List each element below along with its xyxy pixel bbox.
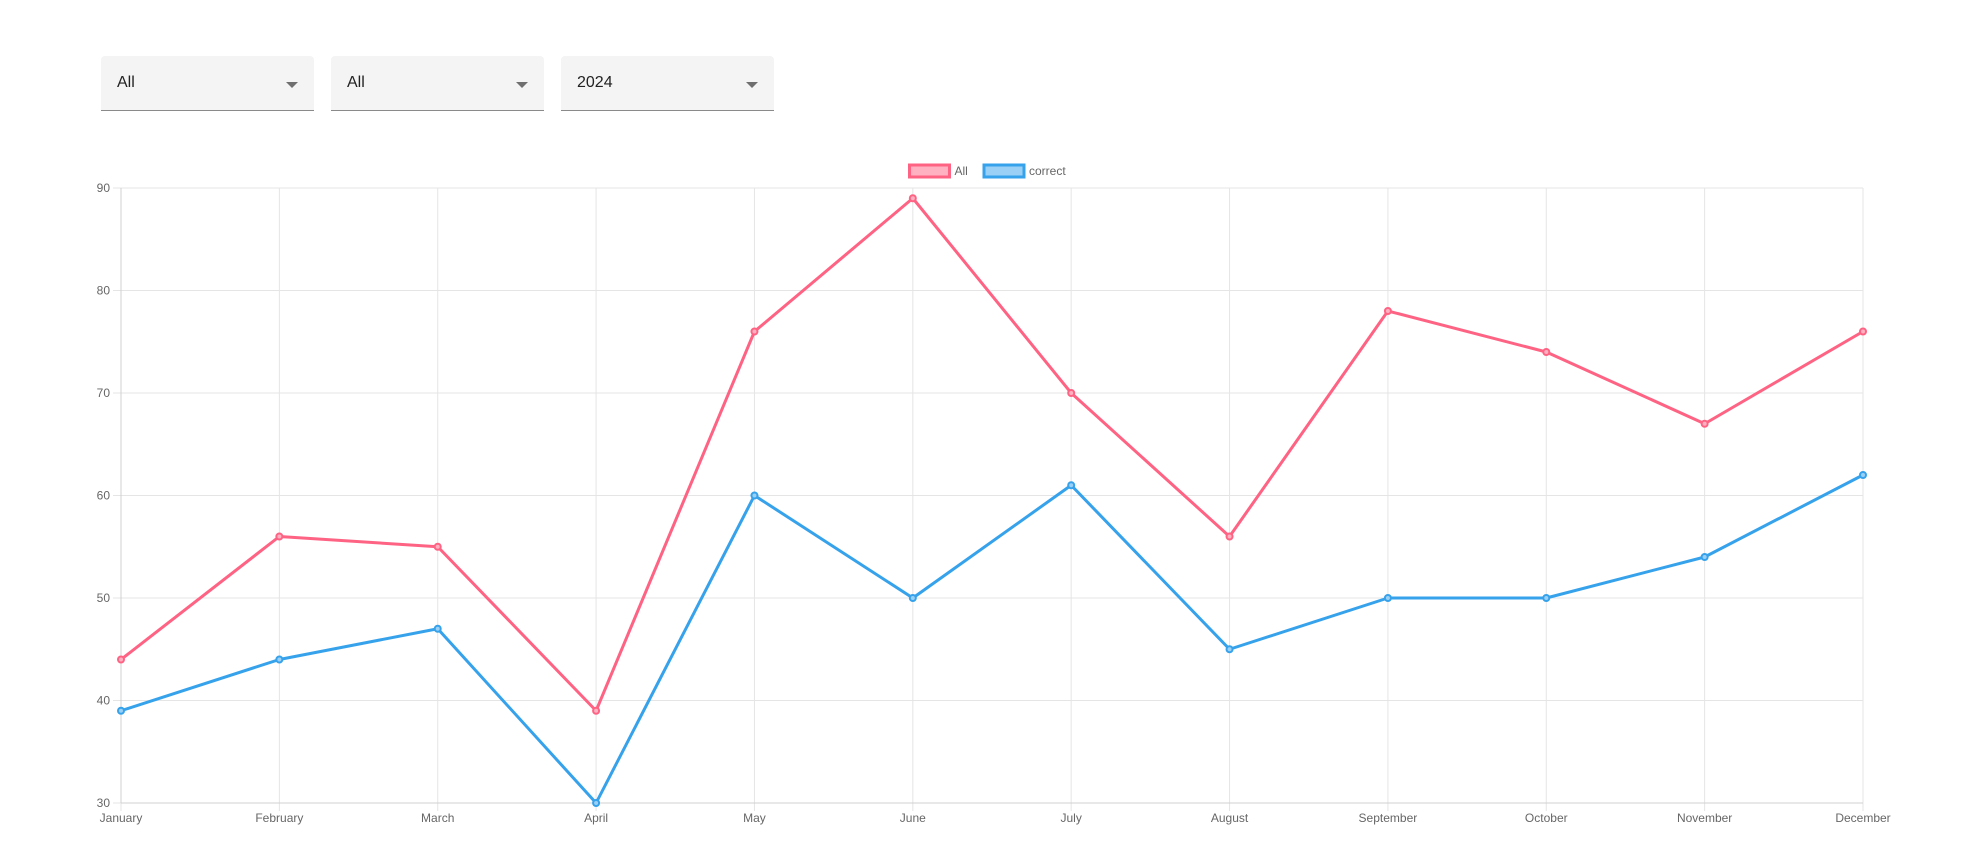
data-point xyxy=(1542,594,1551,602)
x-tick-label: September xyxy=(1359,811,1418,825)
data-point xyxy=(117,706,125,715)
data-point xyxy=(1383,307,1392,315)
data-point xyxy=(1700,553,1709,561)
y-tick-label: 50 xyxy=(97,591,111,605)
y-tick-label: 80 xyxy=(97,284,111,298)
x-tick-label: January xyxy=(100,811,143,825)
data-point xyxy=(1859,327,1867,336)
x-tick-label: March xyxy=(421,811,454,825)
legend-label: All xyxy=(955,164,968,178)
data-point xyxy=(433,542,442,551)
data-point xyxy=(1225,645,1234,654)
y-tick-label: 60 xyxy=(97,489,111,503)
data-point xyxy=(1859,471,1867,479)
data-point xyxy=(908,194,917,203)
y-tick-label: 70 xyxy=(97,386,111,400)
y-tick-label: 40 xyxy=(97,694,111,708)
y-tick-label: 90 xyxy=(97,181,111,195)
series-line-correct xyxy=(120,473,1864,805)
data-point xyxy=(433,624,442,633)
line-chart: 30 40 50 60 70 80 90 January February March April M… xyxy=(97,163,1891,825)
y-tick-label: 30 xyxy=(97,796,111,810)
x-tick-label: October xyxy=(1525,811,1568,825)
x-tick-label: December xyxy=(1835,811,1890,825)
legend-label: correct xyxy=(1029,164,1066,178)
data-point xyxy=(117,655,125,664)
x-tick-label: May xyxy=(743,811,766,825)
data-point xyxy=(908,594,917,602)
x-tick-label: August xyxy=(1211,811,1249,825)
data-point xyxy=(750,327,759,336)
data-point xyxy=(275,532,284,541)
x-tick-label: July xyxy=(1061,811,1082,825)
data-point xyxy=(1225,532,1234,541)
legend-swatch xyxy=(908,163,951,179)
data-point xyxy=(1383,594,1392,602)
x-tick-label: February xyxy=(255,811,303,825)
legend-swatch xyxy=(982,163,1026,179)
x-tick-label: April xyxy=(584,811,608,825)
series-line-all xyxy=(120,196,1864,713)
data-point xyxy=(1067,389,1076,397)
data-point xyxy=(592,706,601,715)
x-tick-label: June xyxy=(900,811,926,825)
data-point xyxy=(1700,419,1709,428)
data-point xyxy=(1542,348,1551,356)
x-tick-label: November xyxy=(1677,811,1732,825)
data-point xyxy=(1067,481,1076,490)
data-point xyxy=(750,491,759,500)
data-point xyxy=(275,655,284,664)
data-point xyxy=(592,799,601,807)
